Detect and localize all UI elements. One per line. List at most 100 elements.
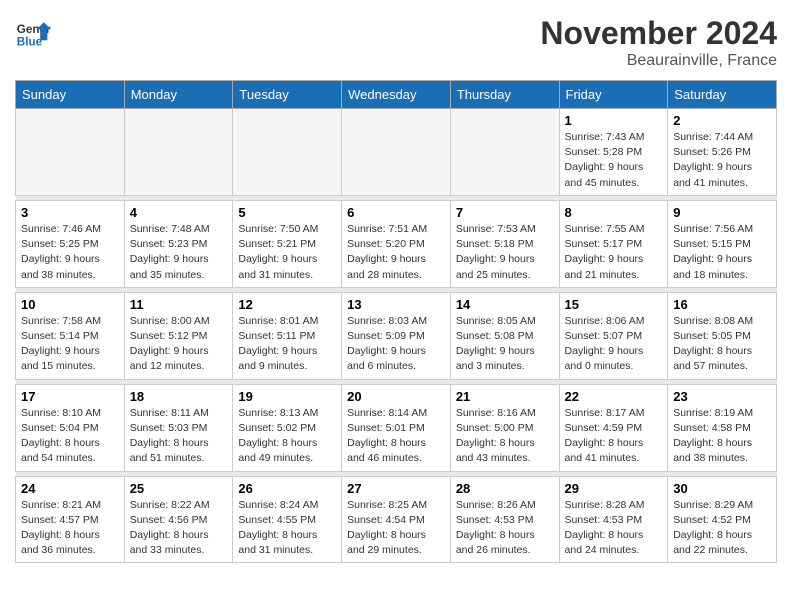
day-info: Sunrise: 7:46 AMSunset: 5:25 PMDaylight:…: [21, 222, 119, 283]
day-info: Sunrise: 8:17 AMSunset: 4:59 PMDaylight:…: [565, 406, 663, 467]
day-number: 26: [238, 481, 336, 496]
svg-text:Blue: Blue: [17, 36, 43, 49]
day-number: 25: [130, 481, 228, 496]
day-number: 14: [456, 297, 554, 312]
week-row-2: 3 Sunrise: 7:46 AMSunset: 5:25 PMDaylight…: [16, 200, 777, 287]
weekday-header-row: SundayMondayTuesdayWednesdayThursdayFrid…: [16, 81, 777, 109]
day-number: 5: [238, 205, 336, 220]
day-info: Sunrise: 7:56 AMSunset: 5:15 PMDaylight:…: [673, 222, 771, 283]
day-number: 10: [21, 297, 119, 312]
day-info: Sunrise: 8:13 AMSunset: 5:02 PMDaylight:…: [238, 406, 336, 467]
day-info: Sunrise: 8:03 AMSunset: 5:09 PMDaylight:…: [347, 314, 445, 375]
day-number: 11: [130, 297, 228, 312]
day-cell: [16, 109, 125, 196]
day-cell: 5 Sunrise: 7:50 AMSunset: 5:21 PMDaylight…: [233, 200, 342, 287]
day-info: Sunrise: 8:10 AMSunset: 5:04 PMDaylight:…: [21, 406, 119, 467]
day-number: 7: [456, 205, 554, 220]
day-info: Sunrise: 7:43 AMSunset: 5:28 PMDaylight:…: [565, 130, 663, 191]
day-number: 16: [673, 297, 771, 312]
day-cell: 26 Sunrise: 8:24 AMSunset: 4:55 PMDayligh…: [233, 476, 342, 563]
page-header: General Blue November 2024 Beaurainville…: [15, 15, 777, 70]
week-row-3: 10 Sunrise: 7:58 AMSunset: 5:14 PMDayligh…: [16, 292, 777, 379]
day-cell: 20Sunrise: 8:14 AMSunset: 5:01 PMDayligh…: [342, 384, 451, 471]
day-cell: 21 Sunrise: 8:16 AMSunset: 5:00 PMDayligh…: [450, 384, 559, 471]
day-info: Sunrise: 8:25 AMSunset: 4:54 PMDaylight:…: [347, 498, 445, 559]
day-cell: 29 Sunrise: 8:28 AMSunset: 4:53 PMDayligh…: [559, 476, 668, 563]
weekday-header-wednesday: Wednesday: [342, 81, 451, 109]
day-cell: [124, 109, 233, 196]
day-info: Sunrise: 8:22 AMSunset: 4:56 PMDaylight:…: [130, 498, 228, 559]
day-number: 19: [238, 389, 336, 404]
day-cell: 12 Sunrise: 8:01 AMSunset: 5:11 PMDayligh…: [233, 292, 342, 379]
day-cell: [450, 109, 559, 196]
day-number: 9: [673, 205, 771, 220]
day-info: Sunrise: 8:00 AMSunset: 5:12 PMDaylight:…: [130, 314, 228, 375]
day-cell: 19 Sunrise: 8:13 AMSunset: 5:02 PMDayligh…: [233, 384, 342, 471]
week-row-5: 24 Sunrise: 8:21 AMSunset: 4:57 PMDayligh…: [16, 476, 777, 563]
day-number: 24: [21, 481, 119, 496]
day-info: Sunrise: 7:50 AMSunset: 5:21 PMDaylight:…: [238, 222, 336, 283]
day-cell: 10 Sunrise: 7:58 AMSunset: 5:14 PMDayligh…: [16, 292, 125, 379]
day-info: Sunrise: 8:01 AMSunset: 5:11 PMDaylight:…: [238, 314, 336, 375]
day-info: Sunrise: 8:19 AMSunset: 4:58 PMDaylight:…: [673, 406, 771, 467]
day-number: 30: [673, 481, 771, 496]
day-cell: 11 Sunrise: 8:00 AMSunset: 5:12 PMDayligh…: [124, 292, 233, 379]
weekday-header-sunday: Sunday: [16, 81, 125, 109]
day-number: 21: [456, 389, 554, 404]
day-info: Sunrise: 8:24 AMSunset: 4:55 PMDaylight:…: [238, 498, 336, 559]
day-info: Sunrise: 8:16 AMSunset: 5:00 PMDaylight:…: [456, 406, 554, 467]
day-number: 3: [21, 205, 119, 220]
day-number: 2: [673, 113, 771, 128]
weekday-header-saturday: Saturday: [668, 81, 777, 109]
day-cell: [233, 109, 342, 196]
day-cell: [342, 109, 451, 196]
day-cell: 8 Sunrise: 7:55 AMSunset: 5:17 PMDaylight…: [559, 200, 668, 287]
day-cell: 18 Sunrise: 8:11 AMSunset: 5:03 PMDayligh…: [124, 384, 233, 471]
day-info: Sunrise: 8:28 AMSunset: 4:53 PMDaylight:…: [565, 498, 663, 559]
day-cell: 30 Sunrise: 8:29 AMSunset: 4:52 PMDayligh…: [668, 476, 777, 563]
day-cell: 15 Sunrise: 8:06 AMSunset: 5:07 PMDayligh…: [559, 292, 668, 379]
day-cell: 23 Sunrise: 8:19 AMSunset: 4:58 PMDayligh…: [668, 384, 777, 471]
day-info: Sunrise: 7:58 AMSunset: 5:14 PMDaylight:…: [21, 314, 119, 375]
day-number: 28: [456, 481, 554, 496]
day-info: Sunrise: 8:05 AMSunset: 5:08 PMDaylight:…: [456, 314, 554, 375]
weekday-header-tuesday: Tuesday: [233, 81, 342, 109]
day-number: 17: [21, 389, 119, 404]
day-number: 6: [347, 205, 445, 220]
day-cell: 24 Sunrise: 8:21 AMSunset: 4:57 PMDayligh…: [16, 476, 125, 563]
day-number: 12: [238, 297, 336, 312]
day-info: Sunrise: 8:14 AMSunset: 5:01 PMDaylight:…: [347, 406, 445, 467]
day-cell: 17 Sunrise: 8:10 AMSunset: 5:04 PMDayligh…: [16, 384, 125, 471]
day-info: Sunrise: 7:53 AMSunset: 5:18 PMDaylight:…: [456, 222, 554, 283]
day-number: 8: [565, 205, 663, 220]
weekday-header-friday: Friday: [559, 81, 668, 109]
day-number: 13: [347, 297, 445, 312]
weekday-header-thursday: Thursday: [450, 81, 559, 109]
day-number: 15: [565, 297, 663, 312]
calendar-table: SundayMondayTuesdayWednesdayThursdayFrid…: [15, 80, 777, 563]
day-info: Sunrise: 7:48 AMSunset: 5:23 PMDaylight:…: [130, 222, 228, 283]
week-row-4: 17 Sunrise: 8:10 AMSunset: 5:04 PMDayligh…: [16, 384, 777, 471]
day-cell: 16 Sunrise: 8:08 AMSunset: 5:05 PMDayligh…: [668, 292, 777, 379]
day-cell: 28Sunrise: 8:26 AMSunset: 4:53 PMDayligh…: [450, 476, 559, 563]
logo: General Blue: [15, 15, 51, 51]
day-info: Sunrise: 8:29 AMSunset: 4:52 PMDaylight:…: [673, 498, 771, 559]
week-row-1: 1Sunrise: 7:43 AMSunset: 5:28 PMDaylight…: [16, 109, 777, 196]
day-cell: 22 Sunrise: 8:17 AMSunset: 4:59 PMDayligh…: [559, 384, 668, 471]
day-cell: 7 Sunrise: 7:53 AMSunset: 5:18 PMDaylight…: [450, 200, 559, 287]
day-number: 22: [565, 389, 663, 404]
day-info: Sunrise: 8:21 AMSunset: 4:57 PMDaylight:…: [21, 498, 119, 559]
day-info: Sunrise: 7:51 AMSunset: 5:20 PMDaylight:…: [347, 222, 445, 283]
day-info: Sunrise: 7:55 AMSunset: 5:17 PMDaylight:…: [565, 222, 663, 283]
day-info: Sunrise: 8:06 AMSunset: 5:07 PMDaylight:…: [565, 314, 663, 375]
day-cell: 6 Sunrise: 7:51 AMSunset: 5:20 PMDaylight…: [342, 200, 451, 287]
day-info: Sunrise: 8:11 AMSunset: 5:03 PMDaylight:…: [130, 406, 228, 467]
day-cell: 25 Sunrise: 8:22 AMSunset: 4:56 PMDayligh…: [124, 476, 233, 563]
location: Beaurainville, France: [540, 52, 777, 70]
day-cell: 14 Sunrise: 8:05 AMSunset: 5:08 PMDayligh…: [450, 292, 559, 379]
day-number: 23: [673, 389, 771, 404]
logo-icon: General Blue: [15, 15, 51, 51]
day-number: 29: [565, 481, 663, 496]
day-number: 18: [130, 389, 228, 404]
day-info: Sunrise: 8:08 AMSunset: 5:05 PMDaylight:…: [673, 314, 771, 375]
